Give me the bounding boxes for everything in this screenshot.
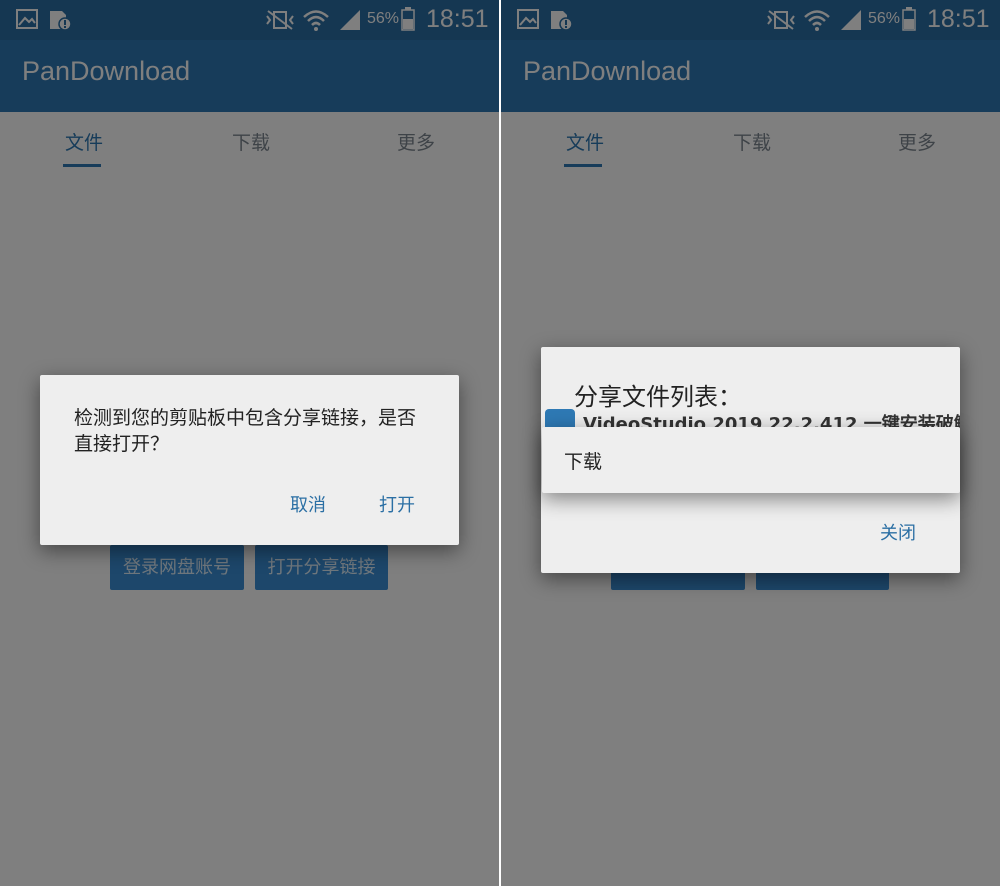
close-button[interactable]: 关闭	[880, 519, 916, 545]
cancel-button[interactable]: 取消	[290, 491, 326, 517]
dialog-title: 分享文件列表：	[574, 383, 742, 411]
right-screen: 56% 18:51 PanDownload 文件 下载 更多 登录网盘账号 打开…	[501, 0, 1000, 886]
context-popup-menu: 下载	[542, 427, 960, 493]
download-menu-item[interactable]: 下载	[564, 447, 602, 474]
left-screen: 56% 18:51 PanDownload 文件 下载 更多 登录网盘账号 打开…	[0, 0, 499, 886]
dialog-message: 检测到您的剪贴板中包含分享链接，是否直接打开？	[74, 407, 417, 455]
clipboard-dialog: 检测到您的剪贴板中包含分享链接，是否直接打开？ 取消 打开	[40, 375, 459, 545]
open-button[interactable]: 打开	[379, 491, 415, 517]
